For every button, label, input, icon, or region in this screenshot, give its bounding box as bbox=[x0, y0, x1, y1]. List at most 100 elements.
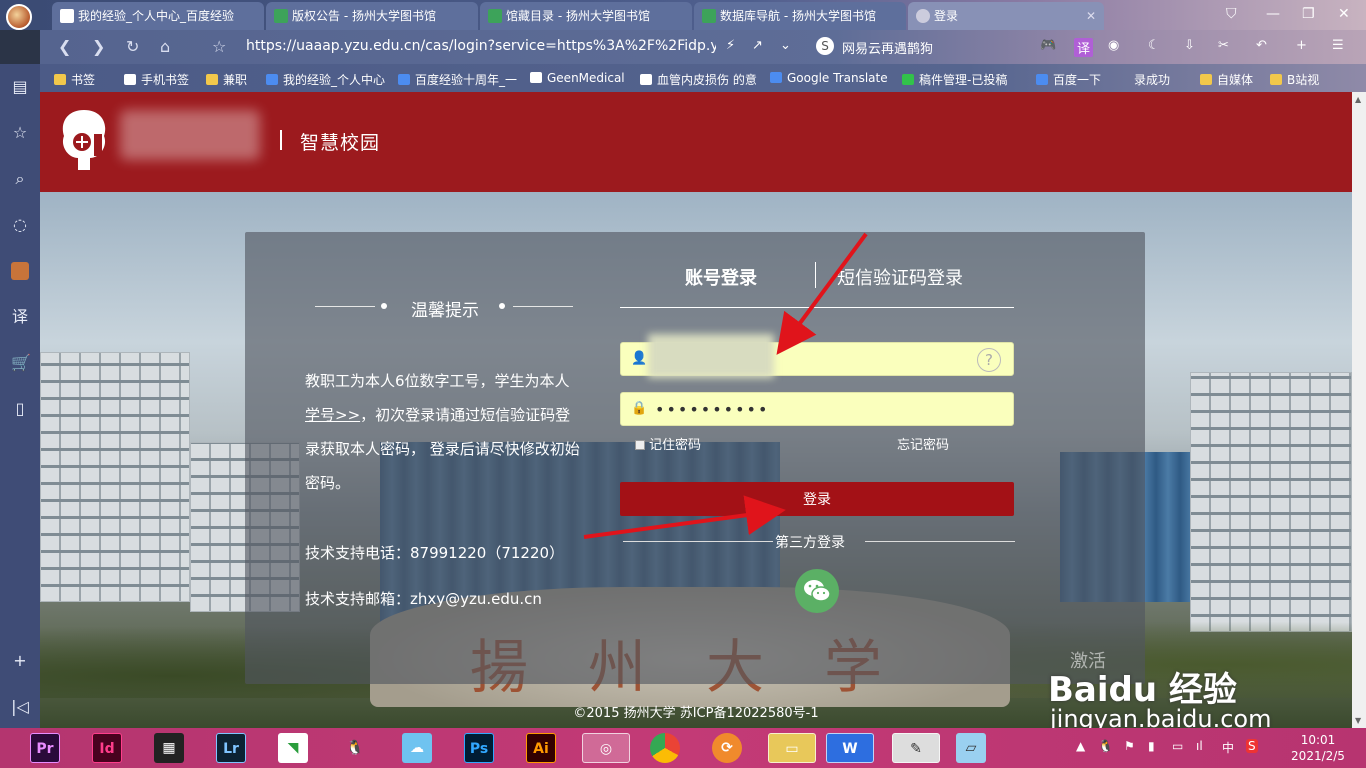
password-field[interactable]: 🔒 bbox=[620, 392, 1014, 426]
green-app-icon[interactable]: ◥ bbox=[278, 733, 308, 763]
wechat-login-button[interactable] bbox=[795, 569, 839, 613]
cart-icon[interactable]: 🛒 bbox=[11, 354, 31, 372]
lightning-icon[interactable]: ⚡ bbox=[726, 38, 735, 53]
clock[interactable]: 10:01 2021/2/5 bbox=[1286, 732, 1350, 764]
baidu-watermark-logo: Baidu 经验 bbox=[1048, 670, 1237, 710]
close-window-icon[interactable]: ✕ bbox=[1338, 6, 1350, 22]
scroll-down-icon[interactable]: ▼ bbox=[1355, 716, 1361, 725]
tab-sms-login[interactable]: 短信验证码登录 bbox=[837, 264, 963, 290]
chat-app-icon[interactable]: ☁ bbox=[402, 733, 432, 763]
forgot-password-link[interactable]: 忘记密码 bbox=[897, 434, 949, 453]
search-icon[interactable]: ⌕ bbox=[11, 170, 29, 188]
url-field[interactable]: https://uaaap.yzu.edu.cn/cas/login?servi… bbox=[246, 38, 716, 54]
minimize-icon[interactable]: — bbox=[1266, 6, 1280, 22]
bookmark-item[interactable]: 我的经验_个人中心 bbox=[266, 71, 385, 88]
ime-indicator[interactable]: 中 bbox=[1222, 739, 1234, 756]
bookmark-item[interactable]: B站视 bbox=[1270, 71, 1319, 88]
sogou-icon: S bbox=[816, 37, 834, 55]
bookmark-item[interactable]: 兼职 bbox=[206, 71, 247, 88]
document-app-icon[interactable]: ✎ bbox=[892, 733, 940, 763]
skin-icon[interactable]: ⛉ bbox=[1226, 6, 1237, 22]
cut-icon[interactable]: ✂ bbox=[1218, 38, 1229, 53]
tab-catalog[interactable]: 馆藏目录 - 扬州大学图书馆 bbox=[480, 2, 692, 30]
library-icon bbox=[274, 9, 288, 23]
game-avatar-icon[interactable] bbox=[11, 262, 29, 280]
share-icon[interactable]: ↗ bbox=[752, 38, 763, 53]
home-icon[interactable]: ⌂ bbox=[160, 37, 170, 56]
page-scrollbar[interactable]: ▲ ▼ bbox=[1352, 92, 1366, 728]
search-box[interactable]: S 网易云再遇鹊狗 bbox=[816, 36, 1036, 58]
login-button[interactable]: 登录 bbox=[620, 482, 1014, 516]
notes-app-icon[interactable]: ▱ bbox=[956, 733, 986, 763]
student-id-link[interactable]: 学号>> bbox=[305, 406, 360, 424]
collapse-sidebar-icon[interactable]: |◁ bbox=[11, 698, 29, 716]
reader-icon[interactable]: ▤ bbox=[11, 78, 29, 96]
network-icon[interactable]: ▭ bbox=[1172, 739, 1183, 753]
wps-icon[interactable]: W bbox=[826, 733, 874, 763]
tab-underline bbox=[620, 307, 1014, 308]
qq-tray-icon[interactable]: 🐧 bbox=[1098, 739, 1113, 753]
refresh-icon[interactable]: ↻ bbox=[126, 37, 139, 56]
bookmark-item[interactable]: 稿件管理-已投稿 bbox=[902, 71, 1007, 88]
scroll-up-icon[interactable]: ▲ bbox=[1355, 95, 1361, 104]
chrome-icon[interactable] bbox=[650, 733, 680, 763]
undo-icon[interactable]: ↶ bbox=[1256, 38, 1267, 53]
wechat-icon bbox=[804, 580, 831, 602]
photoshop-icon[interactable]: Ps bbox=[464, 733, 494, 763]
menu-icon[interactable]: ☰ bbox=[1332, 38, 1344, 53]
tab-baidu-experience[interactable]: 我的经验_个人中心_百度经验 bbox=[52, 2, 264, 30]
favorites-star-icon[interactable]: ☆ bbox=[11, 124, 29, 142]
close-icon[interactable]: ✕ bbox=[1086, 2, 1096, 30]
bookmark-item[interactable]: GeenMedical bbox=[530, 71, 625, 85]
translate-icon[interactable]: 译 bbox=[11, 308, 29, 326]
bookmark-item[interactable]: 书签 bbox=[54, 71, 95, 88]
illustrator-icon[interactable]: Ai bbox=[526, 733, 556, 763]
tab-database-nav[interactable]: 数据库导航 - 扬州大学图书馆 bbox=[694, 2, 906, 30]
bookmark-item[interactable]: 血管内皮损伤 的意 bbox=[640, 71, 757, 88]
add-icon[interactable]: + bbox=[11, 652, 29, 670]
bookmark-item[interactable]: 百度一下 bbox=[1036, 71, 1101, 88]
divider bbox=[513, 306, 573, 307]
premiere-icon[interactable]: Pr bbox=[30, 733, 60, 763]
download-icon[interactable]: ⇩ bbox=[1184, 38, 1195, 53]
star-icon[interactable]: ☆ bbox=[212, 37, 226, 56]
tab-login[interactable]: 登录 ✕ bbox=[908, 2, 1104, 30]
remember-password[interactable]: 记住密码 bbox=[635, 434, 701, 453]
night-mode-icon[interactable]: ☾ bbox=[1148, 38, 1160, 53]
sogou-browser-icon[interactable]: ⟳ bbox=[712, 733, 742, 763]
search-ext-icon[interactable]: ◉ bbox=[1108, 38, 1119, 53]
forward-icon[interactable]: ❯ bbox=[92, 37, 105, 56]
file-explorer-icon[interactable]: ▭ bbox=[768, 733, 816, 763]
translate-icon[interactable]: 译 bbox=[1074, 38, 1094, 57]
game-icon[interactable]: 🎮 bbox=[1040, 38, 1056, 53]
maximize-icon[interactable]: ❐ bbox=[1302, 6, 1315, 22]
tab-account-login[interactable]: 账号登录 bbox=[685, 264, 757, 290]
browser-taskbar-button[interactable]: ◎ bbox=[582, 733, 630, 763]
wifi-icon[interactable]: ıl bbox=[1196, 739, 1203, 753]
video-editor-icon[interactable]: ▦ bbox=[154, 733, 184, 763]
new-tab-icon[interactable]: + bbox=[1296, 38, 1307, 53]
login-panel: 温馨提示 教职工为本人6位数字工号，学生为本人学号>>，初次登录请通过短信验证码… bbox=[245, 232, 1145, 684]
bookmark-item[interactable]: Google Translate bbox=[770, 71, 888, 85]
back-icon[interactable]: ❮ bbox=[58, 37, 71, 56]
battery-icon[interactable]: ▮ bbox=[1148, 739, 1155, 753]
flag-icon[interactable]: ⚑ bbox=[1124, 739, 1135, 753]
lightroom-icon[interactable]: Lr bbox=[216, 733, 246, 763]
chat-icon[interactable]: ◌ bbox=[11, 216, 29, 234]
bookmark-item[interactable]: 录成功 bbox=[1134, 71, 1170, 88]
qq-icon[interactable]: 🐧 bbox=[340, 733, 370, 763]
tab-copyright-notice[interactable]: 版权公告 - 扬州大学图书馆 bbox=[266, 2, 478, 30]
remember-checkbox[interactable] bbox=[635, 440, 645, 450]
chevron-down-icon[interactable]: ⌄ bbox=[780, 38, 791, 53]
bookmark-item[interactable]: 自媒体 bbox=[1200, 71, 1253, 88]
user-avatar[interactable] bbox=[6, 4, 32, 30]
tray-expand-icon[interactable]: ▲ bbox=[1076, 739, 1085, 753]
help-icon[interactable]: ? bbox=[977, 348, 1001, 372]
bookmark-item[interactable]: 百度经验十周年_一 bbox=[398, 71, 517, 88]
sogou-ime-icon[interactable]: S bbox=[1246, 739, 1258, 753]
tips-title: 温馨提示 bbox=[411, 301, 479, 321]
indesign-icon[interactable]: Id bbox=[92, 733, 122, 763]
bookmark-item[interactable]: 手机书签 bbox=[124, 71, 189, 88]
password-input[interactable] bbox=[655, 393, 965, 425]
book-icon[interactable]: ▯ bbox=[11, 400, 29, 418]
